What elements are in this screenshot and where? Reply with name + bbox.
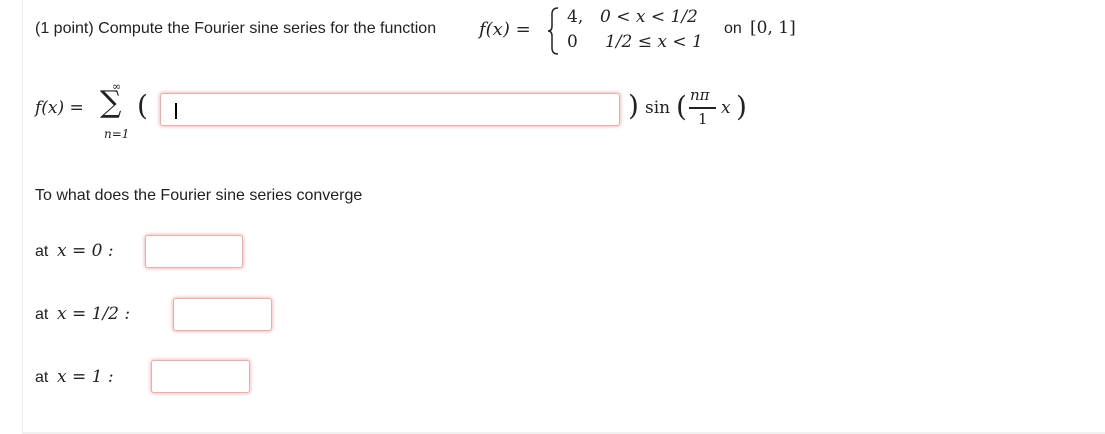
sin-open-paren: ( — [676, 90, 687, 123]
case2-value: 0 — [567, 32, 578, 52]
point-xhalf-label: x = 1/2 : — [57, 304, 131, 324]
sin-label: sin — [645, 98, 671, 118]
converge-x0-field[interactable] — [145, 235, 243, 268]
interval: [0, 1] — [750, 18, 796, 38]
sigma-symbol: ∑ — [100, 85, 122, 120]
coefficient-answer-field[interactable] — [160, 93, 620, 126]
text-caret — [175, 103, 177, 119]
converge-xhalf-input[interactable] — [174, 299, 271, 330]
at-label-1: at — [35, 369, 49, 386]
case1-value: 4, — [567, 7, 584, 27]
sigma-lower-limit: n=1 — [104, 127, 130, 141]
function-lhs: f(x) = — [479, 19, 531, 40]
fraction-bar — [689, 107, 716, 109]
converge-xhalf-field[interactable] — [173, 298, 272, 331]
converge-x1-field[interactable] — [151, 360, 250, 393]
converge-x0-input[interactable] — [146, 236, 242, 267]
at-label-half: at — [35, 306, 49, 323]
problem-intro: (1 point) Compute the Fourier sine serie… — [35, 20, 437, 37]
series-lhs: f(x) = — [35, 98, 84, 118]
point-x1-label: x = 1 : — [57, 367, 114, 387]
convergence-question: To what does the Fourier sine series con… — [35, 187, 363, 204]
converge-x1-input[interactable] — [152, 361, 249, 392]
case1-condition: 0 < x < 1/2 — [600, 7, 698, 27]
case2-condition: 1/2 ≤ x < 1 — [605, 32, 703, 52]
sin-close-paren: ) — [736, 90, 747, 123]
fraction-numerator: nπ — [690, 86, 710, 104]
coefficient-input[interactable] — [161, 94, 619, 125]
open-paren: ( — [137, 89, 148, 122]
interval-prefix: on — [724, 20, 742, 37]
variable-x: x — [721, 98, 731, 118]
point-x0-label: x = 0 : — [57, 241, 114, 261]
fraction-denominator: 1 — [698, 110, 708, 128]
piecewise-brace — [547, 7, 559, 55]
at-label-0: at — [35, 243, 49, 260]
close-paren: ) — [628, 89, 639, 122]
